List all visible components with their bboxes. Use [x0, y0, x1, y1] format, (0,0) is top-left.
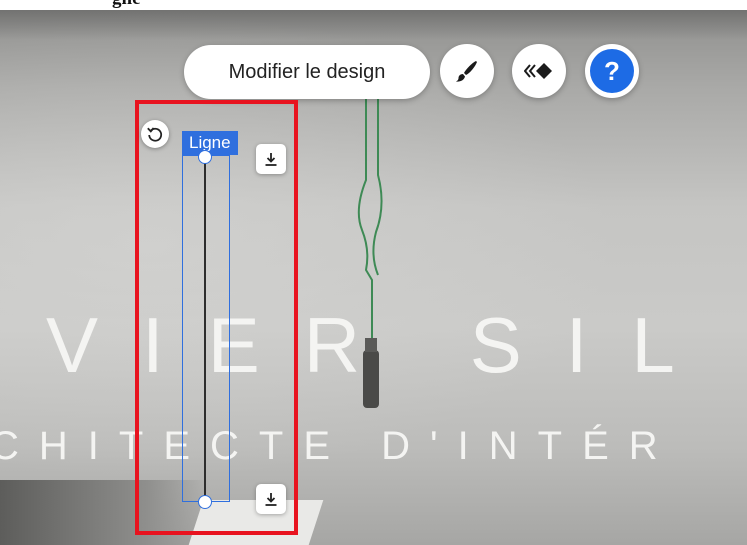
- animation-icon: [524, 63, 552, 79]
- rotate-icon: [147, 127, 163, 142]
- edit-design-button[interactable]: Modifier le design: [184, 45, 430, 99]
- help-button[interactable]: ?: [585, 44, 639, 98]
- selected-element-frame[interactable]: [182, 155, 230, 502]
- download-button-bottom[interactable]: [256, 484, 286, 514]
- animation-button[interactable]: [512, 44, 566, 98]
- download-button-top[interactable]: [256, 144, 286, 174]
- resize-handle-top[interactable]: [198, 150, 212, 164]
- download-icon: [265, 153, 277, 166]
- download-icon: [265, 493, 277, 506]
- rotate-handle[interactable]: [141, 120, 169, 148]
- paint-brush-icon: [456, 61, 477, 82]
- help-icon: ?: [590, 49, 634, 93]
- resize-handle-bottom[interactable]: [198, 495, 212, 509]
- caption-strip: gne: [0, 0, 747, 10]
- caption-text: gne: [112, 0, 141, 10]
- hero-subtitle: CHITECTE D'INTÉR: [0, 424, 678, 468]
- paint-brush-button[interactable]: [440, 44, 494, 98]
- vertical-line-element[interactable]: [204, 160, 206, 501]
